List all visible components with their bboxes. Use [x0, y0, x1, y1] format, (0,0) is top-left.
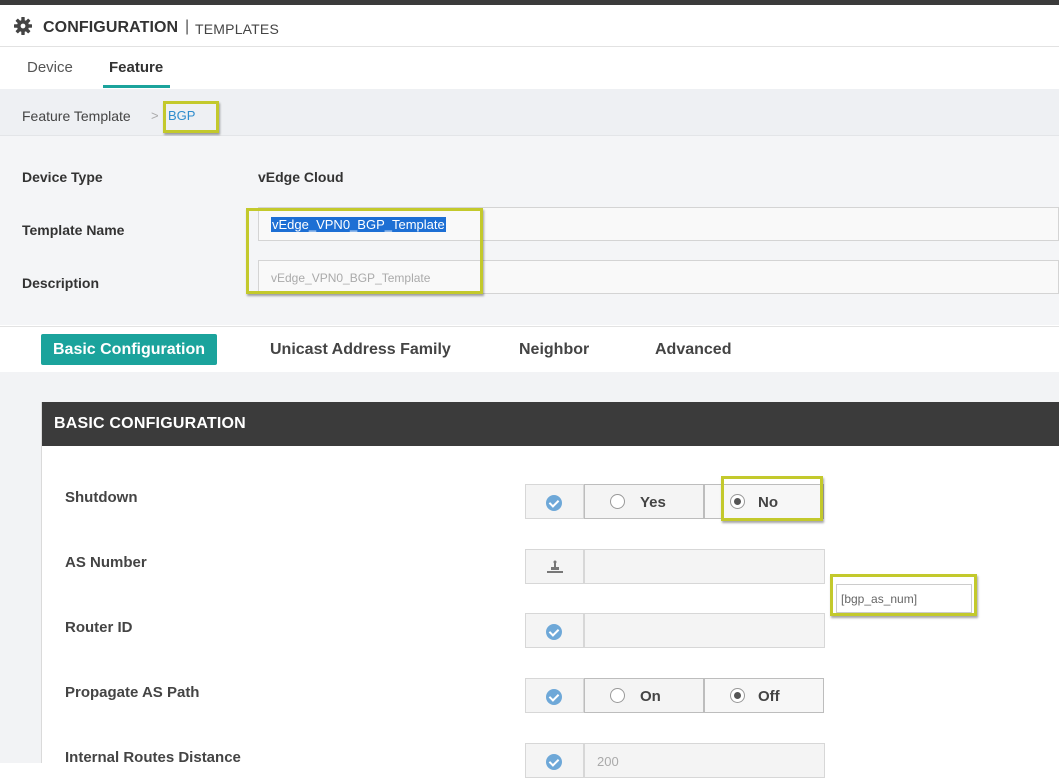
as-number-label: AS Number	[65, 554, 147, 571]
gear-icon	[14, 17, 32, 35]
content-area: BASIC CONFIGURATION Shutdown Yes No AS N…	[0, 372, 1059, 778]
tab-basic-configuration[interactable]: Basic Configuration	[41, 334, 217, 365]
device-type-value: vEdge Cloud	[258, 169, 344, 185]
shutdown-yes-option[interactable]: Yes	[584, 484, 704, 519]
propagate-as-path-label: Propagate AS Path	[65, 684, 200, 701]
page-header: CONFIGURATION | TEMPLATES	[0, 5, 1059, 47]
tab-unicast-address-family[interactable]: Unicast Address Family	[270, 341, 451, 359]
router-id-scope-toggle[interactable]	[525, 613, 584, 648]
tab-feature[interactable]: Feature	[109, 59, 163, 76]
description-label: Description	[22, 275, 100, 291]
radio-icon	[610, 494, 625, 509]
breadcrumb: Feature Template > BGP	[0, 89, 1059, 136]
propagate-as-path-scope-toggle[interactable]	[525, 678, 584, 713]
internal-routes-distance-label: Internal Routes Distance	[65, 749, 241, 766]
title-separator: |	[185, 18, 190, 35]
internal-routes-distance-input[interactable]: 200	[584, 743, 825, 778]
shutdown-label: Shutdown	[65, 489, 138, 506]
propagate-off-option[interactable]: Off	[704, 678, 824, 713]
template-name-label: Template Name	[22, 222, 125, 238]
tab-advanced[interactable]: Advanced	[655, 341, 731, 359]
as-number-input[interactable]	[584, 549, 825, 584]
basic-configuration-panel: BASIC CONFIGURATION Shutdown Yes No AS N…	[41, 402, 1059, 778]
template-tabs: Device Feature	[0, 47, 1059, 88]
radio-icon	[610, 688, 625, 703]
page-title: CONFIGURATION	[43, 19, 179, 36]
internal-routes-distance-scope-toggle[interactable]	[525, 743, 584, 778]
check-icon	[546, 689, 562, 705]
section-tabs: Basic Configuration Unicast Address Fami…	[0, 326, 1059, 373]
shutdown-scope-toggle[interactable]	[525, 484, 584, 519]
active-tab-indicator	[103, 85, 170, 88]
radio-selected-icon	[730, 688, 745, 703]
propagate-on-option[interactable]: On	[584, 678, 704, 713]
shutdown-yes-label: Yes	[640, 494, 666, 511]
propagate-off-label: Off	[758, 688, 780, 705]
router-id-label: Router ID	[65, 619, 133, 636]
template-meta: Device Type vEdge Cloud Template Name vE…	[0, 136, 1059, 325]
check-icon	[546, 624, 562, 640]
breadcrumb-feature-template[interactable]: Feature Template	[22, 108, 131, 124]
device-type-label: Device Type	[22, 169, 103, 185]
as-number-scope-toggle[interactable]	[525, 549, 584, 584]
highlight-box-shutdown-no	[721, 476, 823, 521]
panel-header: BASIC CONFIGURATION	[42, 402, 1059, 446]
check-icon	[546, 495, 562, 511]
check-icon	[546, 754, 562, 770]
tab-device[interactable]: Device	[27, 59, 73, 76]
propagate-on-label: On	[640, 688, 661, 705]
tab-neighbor[interactable]: Neighbor	[519, 341, 589, 359]
breadcrumb-separator: >	[151, 108, 159, 123]
device-specific-icon	[547, 560, 563, 573]
panel-title: BASIC CONFIGURATION	[54, 415, 246, 432]
page-subtitle: TEMPLATES	[195, 21, 280, 37]
highlight-box-as-number	[830, 574, 977, 616]
highlight-box-bgp	[163, 101, 219, 133]
highlight-box-template-name	[246, 208, 483, 294]
internal-routes-distance-value: 200	[597, 754, 619, 769]
router-id-input[interactable]	[584, 613, 825, 648]
